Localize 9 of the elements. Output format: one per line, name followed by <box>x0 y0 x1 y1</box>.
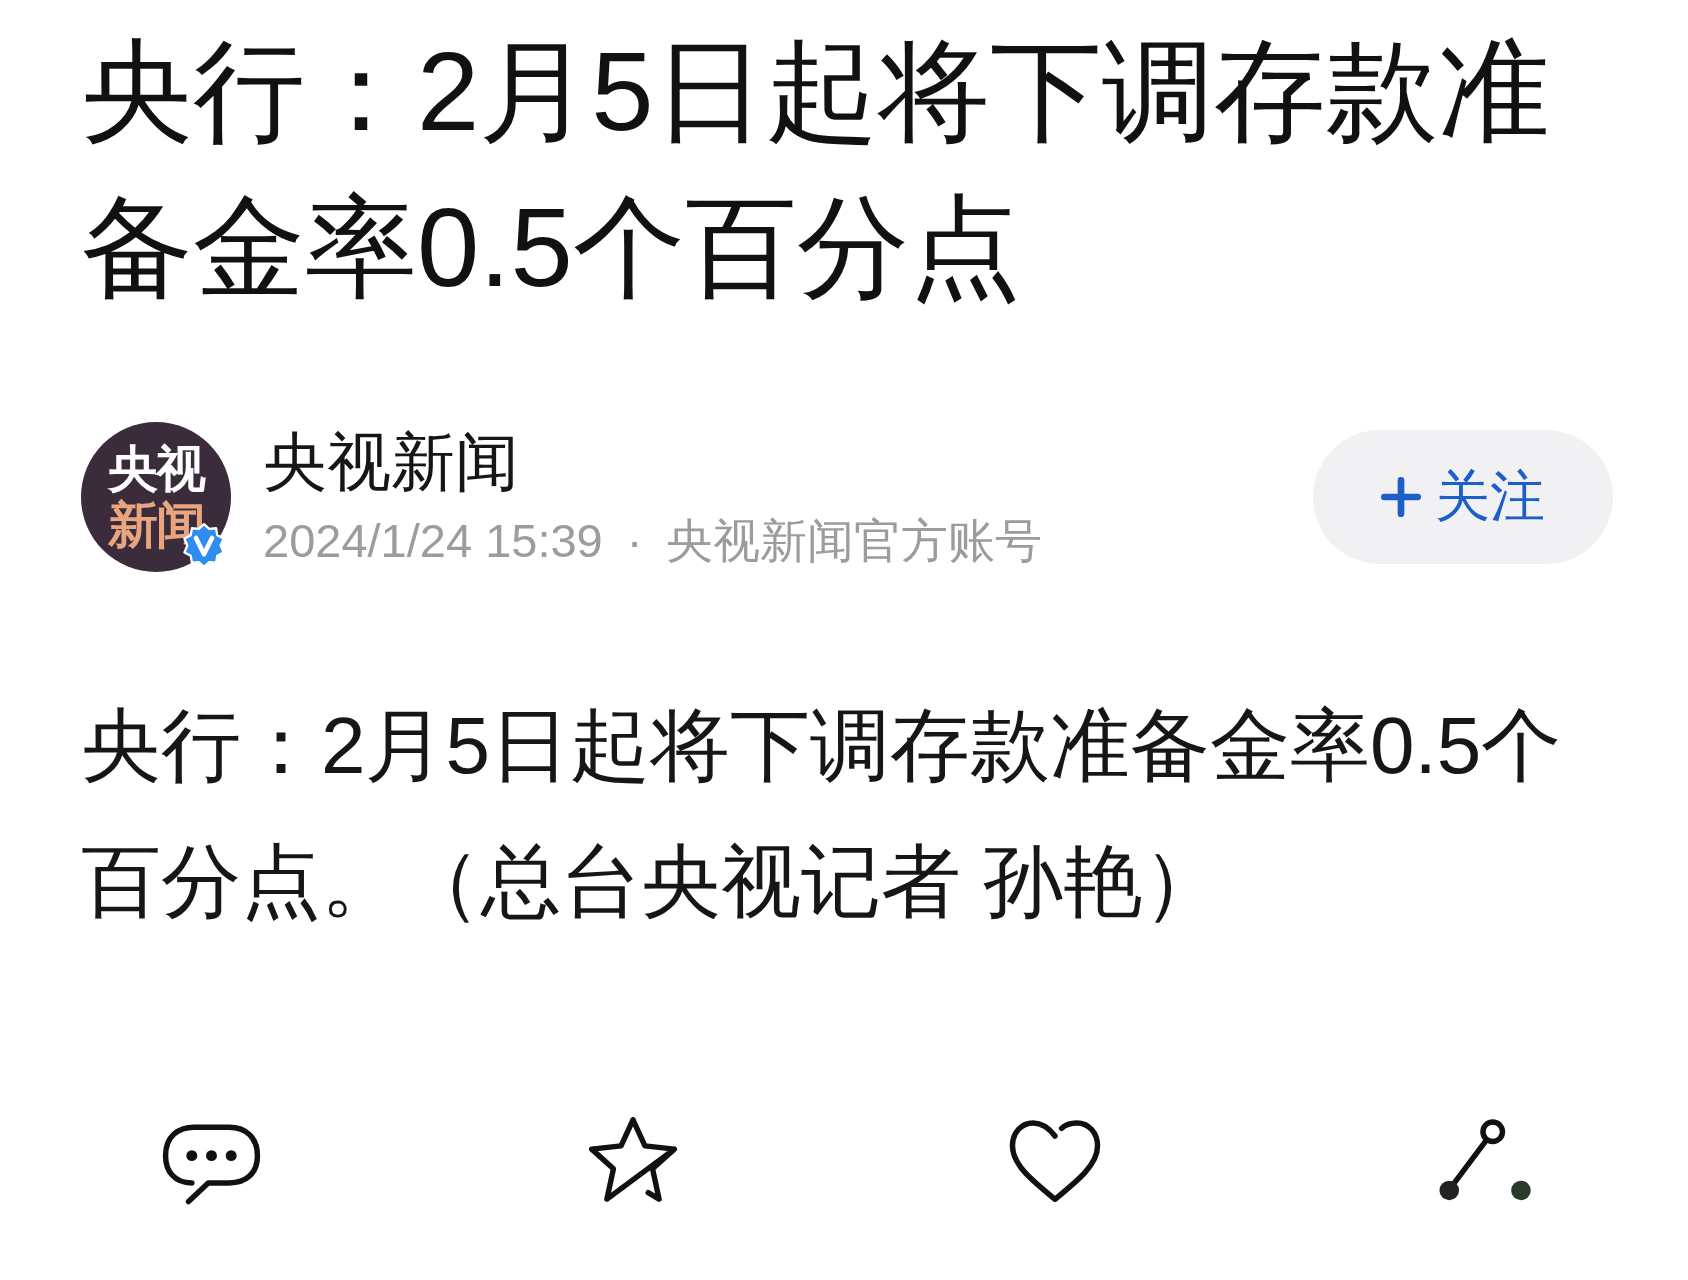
account-type: 央视新闻官方账号 <box>666 513 1043 569</box>
article-title: 央行：2月5日起将下调存款准备金率0.5个百分点 <box>81 28 1551 312</box>
follow-button[interactable]: 关注 <box>1313 430 1613 564</box>
separator-dot: · <box>626 513 643 569</box>
logo-text: 央视 <box>108 441 204 497</box>
plus-icon <box>1381 477 1421 517</box>
author-name[interactable]: 央视新闻 <box>263 425 1313 499</box>
article-body: 央行：2月5日起将下调存款准备金率0.5个百分点。（总台央视记者 孙艳） <box>81 700 1563 928</box>
post-time: 2024/1/24 15:39 <box>263 513 603 569</box>
